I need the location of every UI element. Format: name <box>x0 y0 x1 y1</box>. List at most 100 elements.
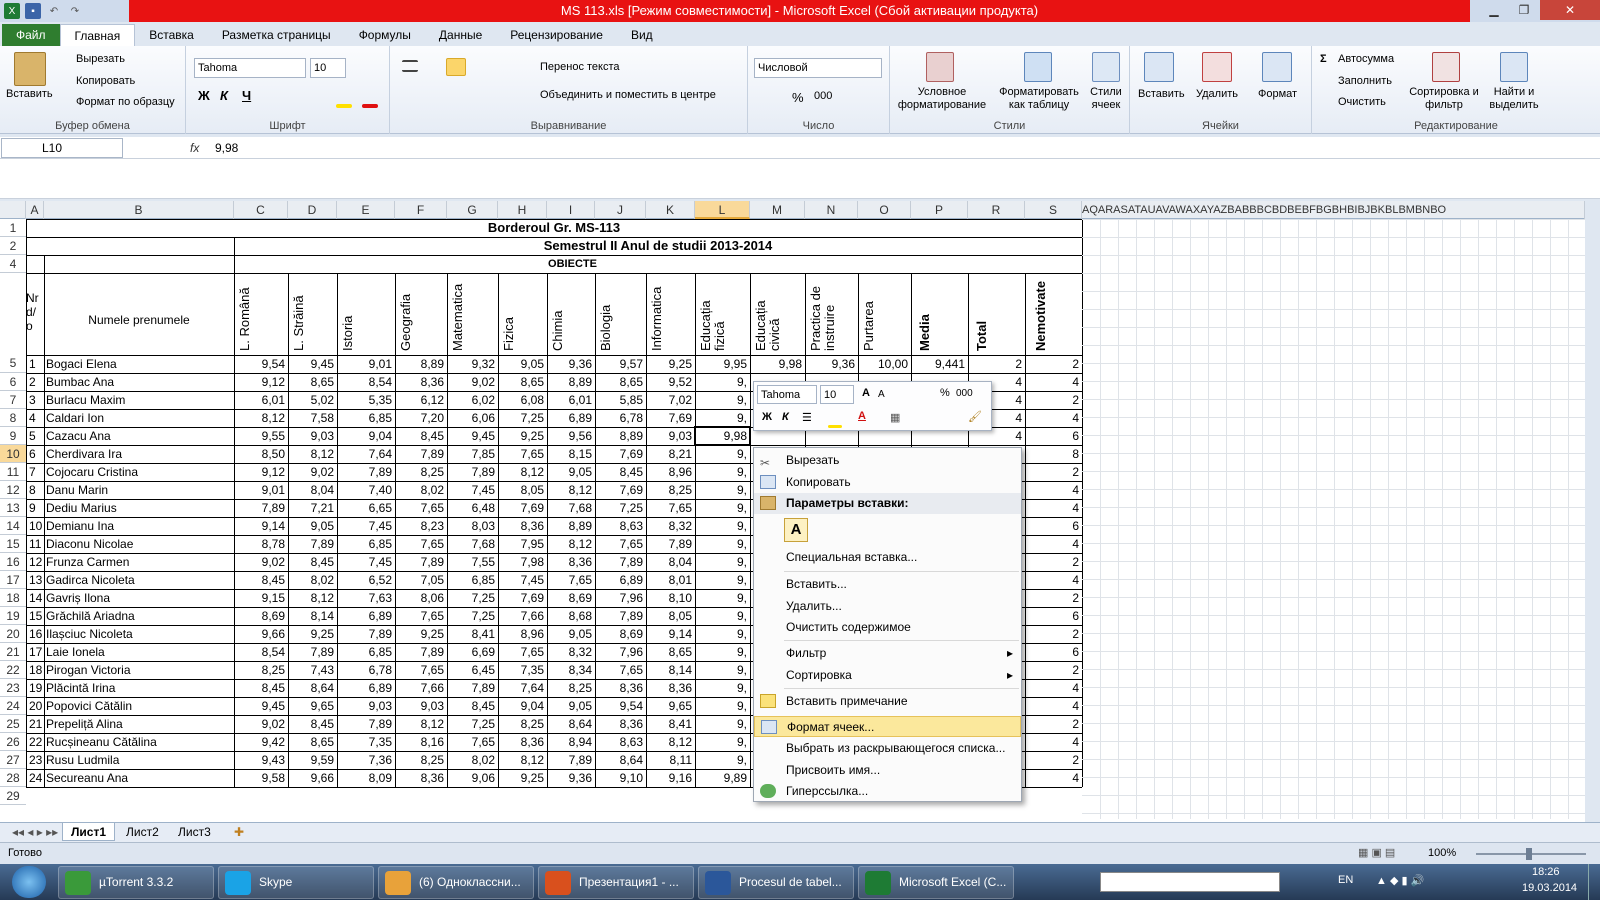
column-header-J[interactable]: J <box>595 201 646 219</box>
grade-cell[interactable]: 8,64 <box>288 679 337 697</box>
grade-cell[interactable]: 9,10 <box>595 769 646 787</box>
grade-cell[interactable]: 8,64 <box>547 715 595 733</box>
grade-cell[interactable]: 8,36 <box>595 715 646 733</box>
row-header[interactable]: 29 <box>0 787 26 805</box>
format-cells-icon[interactable] <box>1262 52 1292 82</box>
grade-cell[interactable]: 9,89 <box>695 769 750 787</box>
grade-cell[interactable]: 9,25 <box>646 355 695 373</box>
grade-cell[interactable]: 9,02 <box>234 553 288 571</box>
grade-cell[interactable]: 9,25 <box>288 625 337 643</box>
taskbar-item[interactable]: Skype <box>218 866 374 899</box>
grade-cell[interactable]: 7,98 <box>498 553 547 571</box>
grade-cell[interactable]: 8,12 <box>547 481 595 499</box>
grade-cell[interactable]: 8,23 <box>395 517 447 535</box>
grade-cell[interactable]: 8,05 <box>646 607 695 625</box>
grade-cell[interactable]: 6,85 <box>447 571 498 589</box>
grade-cell[interactable]: 9,36 <box>547 355 595 373</box>
grade-cell[interactable]: 8,25 <box>395 463 447 481</box>
nemotivate-cell[interactable]: 6 <box>1025 607 1082 625</box>
format-painter-button[interactable]: Формат по образцу <box>76 96 175 108</box>
grade-cell[interactable]: 7,85 <box>447 445 498 463</box>
row-header[interactable]: 11 <box>0 463 26 481</box>
grade-cell[interactable]: 7,58 <box>288 409 337 427</box>
grade-cell[interactable]: 8,94 <box>547 733 595 751</box>
mini-size-combo[interactable]: 10 <box>820 385 854 404</box>
grade-cell[interactable]: 7,89 <box>234 499 288 517</box>
grade-cell[interactable]: 8,96 <box>498 625 547 643</box>
grade-cell[interactable]: 9,03 <box>288 427 337 445</box>
column-header-B[interactable]: B <box>44 201 234 219</box>
grade-cell[interactable]: 7,69 <box>595 445 646 463</box>
fill-color-icon[interactable] <box>336 104 352 108</box>
column-header-S[interactable]: S <box>1025 201 1082 219</box>
grade-cell[interactable]: 7,69 <box>498 589 547 607</box>
grade-cell[interactable]: 6,89 <box>547 409 595 427</box>
grade-cell[interactable]: 7,69 <box>646 409 695 427</box>
grade-cell[interactable]: 9,25 <box>498 427 547 445</box>
grade-cell[interactable]: 7,45 <box>447 481 498 499</box>
grade-cell[interactable]: 7,02 <box>646 391 695 409</box>
row-header[interactable]: 18 <box>0 589 26 607</box>
row-header[interactable]: 28 <box>0 769 26 787</box>
grade-cell[interactable]: 7,25 <box>595 499 646 517</box>
row-header[interactable]: 15 <box>0 535 26 553</box>
grade-cell[interactable]: 9,66 <box>234 625 288 643</box>
menu-define-name[interactable]: Присвоить имя... <box>754 760 1021 781</box>
grade-cell[interactable]: 9,58 <box>234 769 288 787</box>
grade-cell[interactable]: 7,66 <box>498 607 547 625</box>
grade-cell[interactable]: 7,65 <box>547 571 595 589</box>
grade-cell[interactable]: 9,65 <box>646 697 695 715</box>
grade-cell[interactable]: 9,36 <box>805 355 858 373</box>
show-desktop-button[interactable] <box>1588 864 1600 900</box>
grade-cell[interactable]: 7,89 <box>447 463 498 481</box>
grade-cell[interactable]: 7,66 <box>395 679 447 697</box>
conditional-format-icon[interactable] <box>926 52 954 82</box>
grade-cell[interactable]: 8,21 <box>646 445 695 463</box>
taskbar-item[interactable]: (6) Одноклассни... <box>378 866 534 899</box>
column-header-L[interactable]: L <box>695 201 750 219</box>
cell-styles-button[interactable]: Стили ячеек <box>1086 86 1126 112</box>
grade-cell[interactable]: 9, <box>695 697 750 715</box>
zoom-thumb[interactable] <box>1526 848 1532 860</box>
total-cell[interactable]: 2 <box>968 355 1025 373</box>
grade-cell[interactable]: 8,11 <box>646 751 695 769</box>
tab-3[interactable]: Разметка страницы <box>208 24 345 46</box>
column-header-D[interactable]: D <box>288 201 337 219</box>
grade-cell[interactable]: 9, <box>695 571 750 589</box>
font-size-combo[interactable]: 10 <box>310 58 346 78</box>
bold-button[interactable]: Ж <box>198 88 210 103</box>
grade-cell[interactable]: 7,63 <box>337 589 395 607</box>
align-top-icon[interactable] <box>402 60 418 72</box>
grade-cell[interactable]: 8,12 <box>498 751 547 769</box>
nemotivate-cell[interactable]: 2 <box>1025 553 1082 571</box>
grade-cell[interactable]: 7,05 <box>395 571 447 589</box>
grade-cell[interactable]: 7,43 <box>288 661 337 679</box>
row-header[interactable]: 13 <box>0 499 26 517</box>
grade-cell[interactable]: 7,96 <box>595 589 646 607</box>
grade-cell[interactable]: 8,02 <box>447 751 498 769</box>
grade-cell[interactable]: 5,35 <box>337 391 395 409</box>
row-header[interactable]: 2 <box>0 237 26 255</box>
tab-1[interactable]: Главная <box>59 24 136 46</box>
grade-cell[interactable]: 8,63 <box>595 517 646 535</box>
grade-cell[interactable]: 9,02 <box>234 715 288 733</box>
menu-sort[interactable]: Сортировка ▸ <box>754 665 1021 686</box>
grade-cell[interactable]: 9,95 <box>695 355 750 373</box>
grade-cell[interactable]: 9,12 <box>234 373 288 391</box>
grade-cell[interactable]: 7,96 <box>595 643 646 661</box>
grade-cell[interactable]: 9,54 <box>595 697 646 715</box>
grade-cell[interactable]: 10,00 <box>858 355 911 373</box>
grade-cell[interactable]: 7,69 <box>595 481 646 499</box>
mini-font-combo[interactable]: Tahoma <box>757 385 817 404</box>
grade-cell[interactable]: 7,68 <box>447 535 498 553</box>
grade-cell[interactable]: 8,25 <box>498 715 547 733</box>
grade-cell[interactable]: 9,66 <box>288 769 337 787</box>
row-header[interactable]: 16 <box>0 553 26 571</box>
grade-cell[interactable]: 7,89 <box>595 553 646 571</box>
grade-cell[interactable]: 9,56 <box>547 427 595 445</box>
select-all-corner[interactable] <box>0 201 26 219</box>
grade-cell[interactable]: 8,65 <box>646 643 695 661</box>
nemotivate-cell[interactable]: 4 <box>1025 679 1082 697</box>
grade-cell[interactable]: 6,69 <box>447 643 498 661</box>
row-header[interactable]: 8 <box>0 409 26 427</box>
